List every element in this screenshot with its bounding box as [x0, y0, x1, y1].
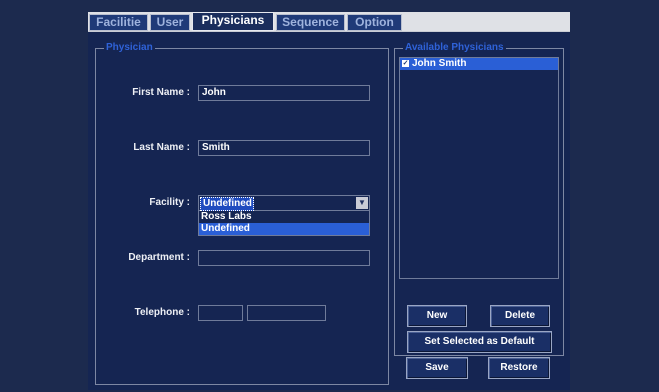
- available-physicians-legend: Available Physicians: [403, 42, 506, 54]
- physician-list[interactable]: ✓ John Smith: [399, 57, 559, 279]
- last-name-label: Last Name :: [133, 142, 190, 153]
- facility-dropdown-list: Ross Labs Undefined: [198, 211, 370, 236]
- tab-option[interactable]: Option: [347, 14, 402, 31]
- physicians-panel: Physician First Name : John Last Name : …: [88, 31, 570, 390]
- tab-user[interactable]: User: [150, 14, 190, 31]
- tab-sequence[interactable]: Sequence: [276, 14, 345, 31]
- tab-facilities[interactable]: Facilitie: [89, 14, 148, 31]
- restore-button[interactable]: Restore: [488, 357, 550, 379]
- telephone-number-field[interactable]: [247, 305, 326, 321]
- tab-physicians[interactable]: Physicians: [192, 12, 274, 31]
- facility-label: Facility :: [149, 197, 190, 208]
- last-name-field[interactable]: Smith: [198, 140, 370, 156]
- available-physicians-group: Available Physicians ✓ John Smith New De…: [394, 42, 564, 356]
- physician-group-legend: Physician: [104, 42, 155, 54]
- checkbox-checked-icon[interactable]: ✓: [402, 60, 409, 67]
- save-button[interactable]: Save: [406, 357, 468, 379]
- first-name-field[interactable]: John: [198, 85, 370, 101]
- list-item-label: John Smith: [412, 58, 467, 69]
- facility-option-ross-labs[interactable]: Ross Labs: [199, 211, 369, 223]
- facility-option-undefined[interactable]: Undefined: [199, 223, 369, 235]
- department-label: Department :: [128, 252, 190, 263]
- list-item[interactable]: ✓ John Smith: [400, 58, 558, 70]
- new-button[interactable]: New: [407, 305, 467, 327]
- first-name-label: First Name :: [132, 87, 190, 98]
- physician-group: Physician First Name : John Last Name : …: [95, 42, 389, 385]
- delete-button[interactable]: Delete: [490, 305, 550, 327]
- telephone-area-code-field[interactable]: [198, 305, 243, 321]
- department-field[interactable]: [198, 250, 370, 266]
- dropdown-arrow-icon[interactable]: ▼: [356, 197, 368, 209]
- facility-selected-value: Undefined: [200, 197, 254, 211]
- facility-select[interactable]: Undefined ▼: [198, 195, 370, 211]
- set-default-button[interactable]: Set Selected as Default: [407, 331, 552, 353]
- settings-window: Facilitie User Physicians Sequence Optio…: [88, 12, 570, 390]
- telephone-label: Telephone :: [134, 307, 190, 318]
